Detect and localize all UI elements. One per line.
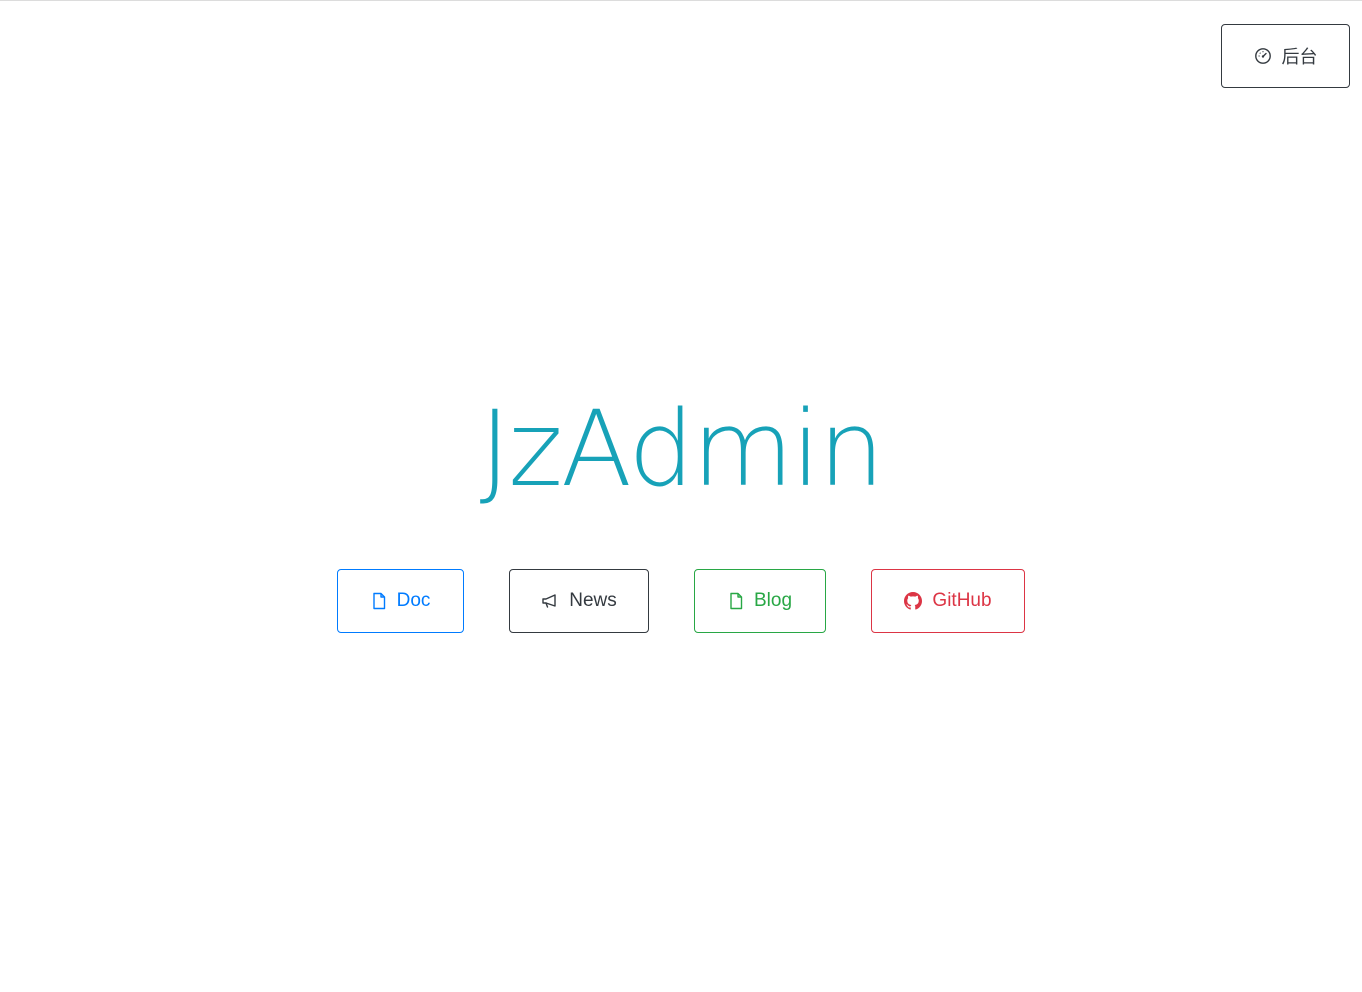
admin-button[interactable]: 后台 [1221,24,1350,88]
blog-button[interactable]: Blog [694,569,826,633]
megaphone-icon [541,593,559,609]
doc-button[interactable]: Doc [337,569,464,633]
gauge-icon [1254,47,1272,65]
doc-button-label: Doc [396,590,431,611]
page-title: JzAdmin [479,388,885,510]
github-icon [904,592,923,610]
blog-button-label: Blog [753,590,793,611]
file-icon [371,592,387,610]
admin-button-label: 后台 [1281,47,1318,67]
github-button[interactable]: GitHub [871,569,1025,633]
landing-page: 后台 JzAdmin Doc News Blog GitHub [0,0,1362,992]
github-button-label: GitHub [932,590,992,611]
file-icon [728,592,744,610]
news-button-label: News [569,590,617,611]
news-button[interactable]: News [509,569,649,633]
